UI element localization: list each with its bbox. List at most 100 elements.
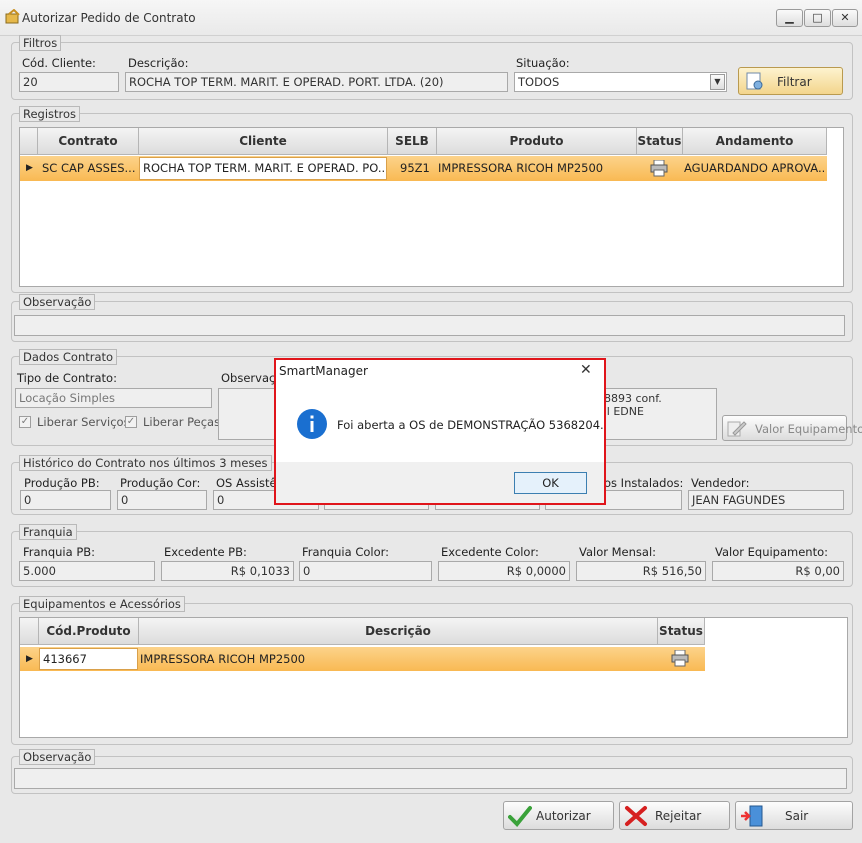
row-header-corner xyxy=(20,128,38,155)
liberar-servicos-checkbox[interactable]: ✓ xyxy=(19,416,31,428)
liberar-pecas-checkbox[interactable]: ✓ xyxy=(125,416,137,428)
franquia-legend: Franquia xyxy=(19,524,77,540)
cell-andamento: AGUARDANDO APROVA... xyxy=(684,161,824,175)
cell-contrato: SC CAP ASSES... xyxy=(42,161,136,175)
window-titlebar: Autorizar Pedido de Contrato ▁ □ ✕ xyxy=(0,0,862,36)
excedente-color-label: Excedente Color: xyxy=(441,545,539,559)
table-row[interactable]: ▶ 413667 IMPRESSORA RICOH MP2500 xyxy=(20,647,705,671)
app-icon xyxy=(5,9,20,24)
col-descricao[interactable]: Descrição xyxy=(139,618,658,645)
registros-legend: Registros xyxy=(19,106,81,122)
cell-selb: 95Z1 xyxy=(400,161,430,175)
filtrar-label: Filtrar xyxy=(777,75,812,89)
col-cliente[interactable]: Cliente xyxy=(139,128,388,155)
franquia-color-input[interactable]: 0 xyxy=(299,561,432,581)
cod-cliente-input[interactable]: 20 xyxy=(19,72,119,92)
eq-row-header-corner xyxy=(20,618,39,645)
col-contrato[interactable]: Contrato xyxy=(38,128,139,155)
os-assistencia-label: OS Assistê xyxy=(216,476,277,490)
situacao-value: TODOS xyxy=(518,75,560,89)
col-eq-status[interactable]: Status xyxy=(658,618,705,645)
valor-equipamento-button[interactable]: Valor Equipamento xyxy=(722,415,862,441)
cell-cliente[interactable]: ROCHA TOP TERM. MARIT. E OPERAD. PO... xyxy=(139,157,387,180)
minimize-icon: ▁ xyxy=(785,11,794,24)
close-icon: ✕ xyxy=(840,11,850,24)
producao-pb-label: Produção PB: xyxy=(24,476,100,490)
sair-button[interactable]: Sair xyxy=(735,801,853,830)
excedente-color-input[interactable]: R$ 0,0000 xyxy=(438,561,570,581)
window-title: Autorizar Pedido de Contrato xyxy=(22,11,196,25)
producao-cor-label: Produção Cor: xyxy=(120,476,201,490)
row-pointer-icon: ▶ xyxy=(26,163,33,173)
liberar-servicos-label: Liberar Serviços xyxy=(37,415,130,429)
cell-descricao: IMPRESSORA RICOH MP2500 xyxy=(140,652,306,666)
producao-pb-input[interactable]: 0 xyxy=(20,490,111,510)
col-status[interactable]: Status xyxy=(637,128,683,155)
descricao-label: Descrição: xyxy=(128,56,189,70)
maximize-button[interactable]: □ xyxy=(804,9,831,27)
col-produto[interactable]: Produto xyxy=(437,128,637,155)
excedente-pb-input[interactable]: R$ 0,1033 xyxy=(161,561,294,581)
cell-produto: IMPRESSORA RICOH MP2500 xyxy=(438,161,604,175)
autorizar-button[interactable]: Autorizar xyxy=(503,801,614,830)
valor-mensal-label: Valor Mensal: xyxy=(579,545,657,559)
printer-icon xyxy=(671,650,689,667)
franquia-pb-label: Franquia PB: xyxy=(23,545,96,559)
observacao-legend: Observação xyxy=(19,294,96,310)
autorizar-label: Autorizar xyxy=(536,809,591,823)
printer-icon xyxy=(650,160,668,177)
observacao-input[interactable] xyxy=(14,315,845,336)
situacao-label: Situação: xyxy=(516,56,570,70)
filter-icon xyxy=(746,72,763,90)
dialog-footer: OK xyxy=(276,462,604,503)
dialog-title: SmartManager xyxy=(279,364,368,378)
col-andamento[interactable]: Andamento xyxy=(683,128,827,155)
vendedor-input[interactable]: JEAN FAGUNDES xyxy=(688,490,844,510)
cod-cliente-label: Cód. Cliente: xyxy=(22,56,96,70)
excedente-pb-label: Excedente PB: xyxy=(164,545,247,559)
valor-mensal-input[interactable]: R$ 516,50 xyxy=(576,561,706,581)
rejeitar-button[interactable]: Rejeitar xyxy=(619,801,730,830)
valor-equipamento-label: Valor Equipamento xyxy=(755,422,862,436)
historico-legend: Histórico do Contrato nos últimos 3 mese… xyxy=(19,455,272,471)
equipamentos-legend: Equipamentos e Acessórios xyxy=(19,596,185,612)
maximize-icon: □ xyxy=(812,11,823,24)
dialog-message: Foi aberta a OS de DEMONSTRAÇÃO 5368204. xyxy=(337,418,604,432)
observacao2-input[interactable] xyxy=(14,768,847,789)
reject-x-icon xyxy=(625,806,647,826)
sair-label: Sair xyxy=(785,809,809,823)
minimize-button[interactable]: ▁ xyxy=(776,9,803,27)
dados-contrato-legend: Dados Contrato xyxy=(19,349,118,365)
close-button[interactable]: ✕ xyxy=(832,9,858,27)
exit-door-icon xyxy=(741,805,763,827)
vendedor-label: Vendedor: xyxy=(691,476,750,490)
franquia-color-label: Franquia Color: xyxy=(302,545,390,559)
col-selb[interactable]: SELB xyxy=(388,128,437,155)
cell-cod-produto[interactable]: 413667 xyxy=(39,648,138,670)
col-cod-produto[interactable]: Cód.Produto xyxy=(39,618,139,645)
producao-cor-input[interactable]: 0 xyxy=(117,490,207,510)
situacao-select[interactable]: TODOS ▼ xyxy=(514,72,727,92)
rejeitar-label: Rejeitar xyxy=(655,809,702,823)
edit-icon xyxy=(727,421,747,437)
message-dialog: SmartManager ✕ Foi aberta a OS de DEMONS… xyxy=(274,358,606,505)
descricao-input[interactable]: ROCHA TOP TERM. MARIT. E OPERAD. PORT. L… xyxy=(125,72,508,92)
table-row[interactable]: ▶ SC CAP ASSES... ROCHA TOP TERM. MARIT.… xyxy=(20,156,827,181)
valor-equipamento-field-label: Valor Equipamento: xyxy=(715,545,829,559)
dialog-close-icon[interactable]: ✕ xyxy=(580,362,592,378)
valor-equipamento-input[interactable]: R$ 0,00 xyxy=(712,561,844,581)
observacao2-legend: Observação xyxy=(19,749,96,765)
info-icon xyxy=(297,409,327,439)
obs-line1: 28893 conf. xyxy=(597,392,662,405)
check-icon xyxy=(508,806,532,827)
tipo-contrato-input[interactable]: Locação Simples xyxy=(15,388,212,408)
filtros-legend: Filtros xyxy=(19,35,62,51)
chevron-down-icon[interactable]: ▼ xyxy=(710,74,725,90)
equipamentos-instalados-label: os Instalados: xyxy=(604,476,684,490)
franquia-pb-input[interactable]: 5.000 xyxy=(19,561,155,581)
ok-button[interactable]: OK xyxy=(514,472,587,494)
row-pointer-icon: ▶ xyxy=(26,654,33,664)
liberar-pecas-label: Liberar Peças xyxy=(143,415,221,429)
tipo-contrato-label: Tipo de Contrato: xyxy=(17,371,117,385)
filtrar-button[interactable]: Filtrar xyxy=(738,67,843,95)
